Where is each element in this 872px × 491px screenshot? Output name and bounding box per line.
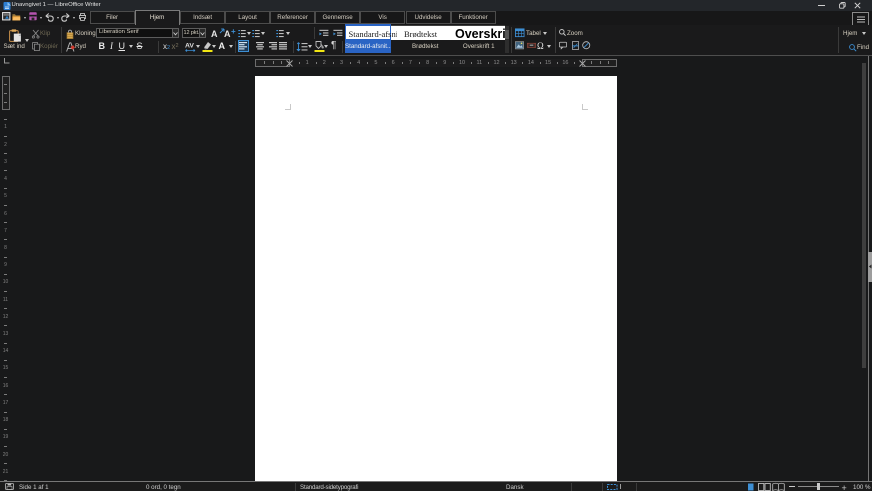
svg-text:AV: AV	[185, 42, 194, 49]
